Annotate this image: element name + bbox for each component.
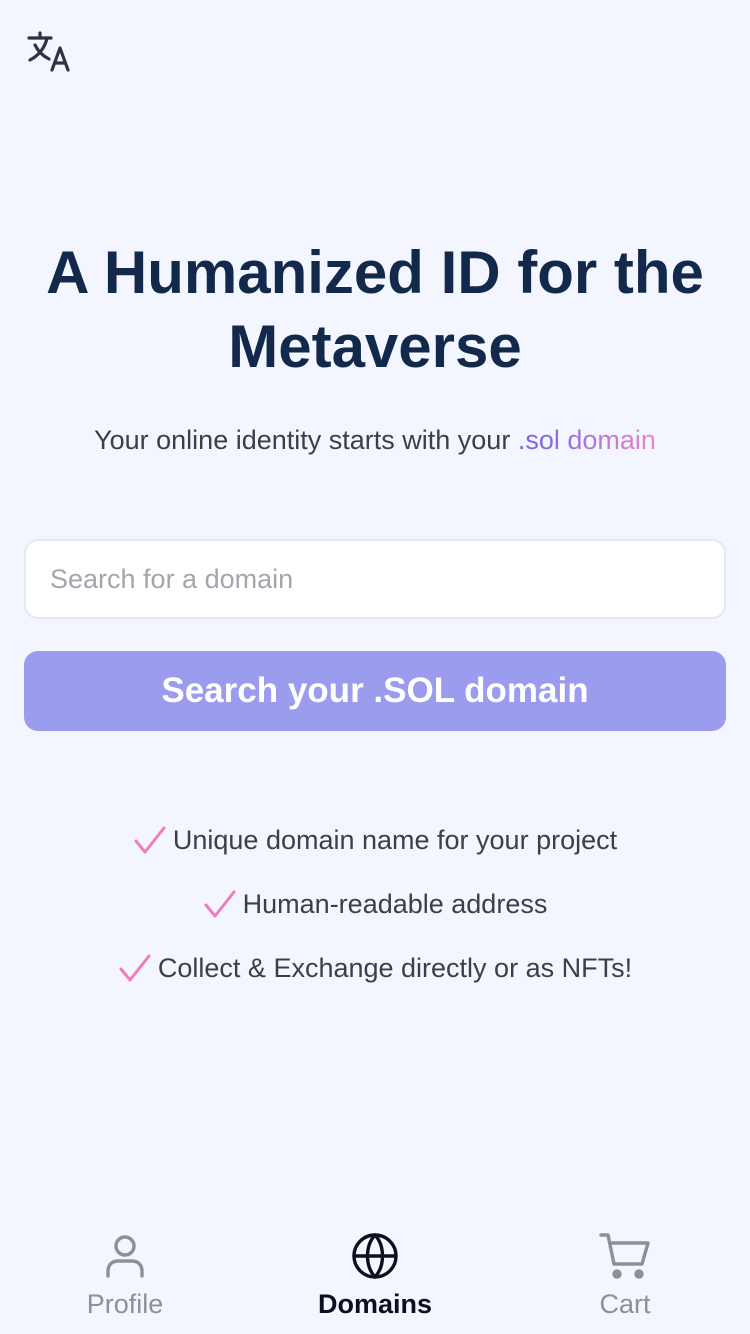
subtitle-text: Your online identity starts with your bbox=[94, 425, 518, 455]
search-domain-button[interactable]: Search your .SOL domain bbox=[24, 651, 726, 731]
tab-label: Cart bbox=[599, 1289, 651, 1319]
cart-icon bbox=[598, 1229, 652, 1283]
feature-item: Unique domain name for your project bbox=[0, 808, 750, 872]
app-screen: A Humanized ID for the Metaverse Your on… bbox=[0, 0, 750, 1334]
check-icon bbox=[203, 887, 237, 921]
tab-label: Profile bbox=[86, 1289, 164, 1319]
sol-domain-highlight: .sol domain bbox=[517, 425, 656, 455]
check-icon bbox=[133, 823, 167, 857]
person-icon bbox=[98, 1229, 152, 1283]
tab-cart[interactable]: Cart bbox=[500, 1215, 750, 1334]
tab-domains[interactable]: Domains bbox=[250, 1215, 500, 1334]
feature-item: Human-readable address bbox=[0, 872, 750, 936]
subtitle: Your online identity starts with your .s… bbox=[20, 422, 730, 458]
feature-text: Unique domain name for your project bbox=[172, 824, 618, 855]
page-title: A Humanized ID for the Metaverse bbox=[46, 239, 704, 380]
tab-label: Domains bbox=[317, 1289, 433, 1319]
feature-list: Unique domain name for your project Huma… bbox=[0, 808, 750, 1000]
domain-search-input[interactable] bbox=[24, 539, 726, 619]
feature-text: Human-readable address bbox=[242, 888, 548, 919]
bottom-tab-bar: Profile Domains Cart bbox=[0, 1215, 750, 1334]
feature-item: Collect & Exchange directly or as NFTs! bbox=[0, 936, 750, 1000]
feature-text: Collect & Exchange directly or as NFTs! bbox=[157, 952, 633, 983]
translate-icon bbox=[27, 31, 70, 72]
tab-profile[interactable]: Profile bbox=[0, 1215, 250, 1334]
check-icon bbox=[118, 951, 152, 985]
translate-button[interactable] bbox=[26, 30, 72, 74]
globe-icon bbox=[348, 1229, 402, 1283]
